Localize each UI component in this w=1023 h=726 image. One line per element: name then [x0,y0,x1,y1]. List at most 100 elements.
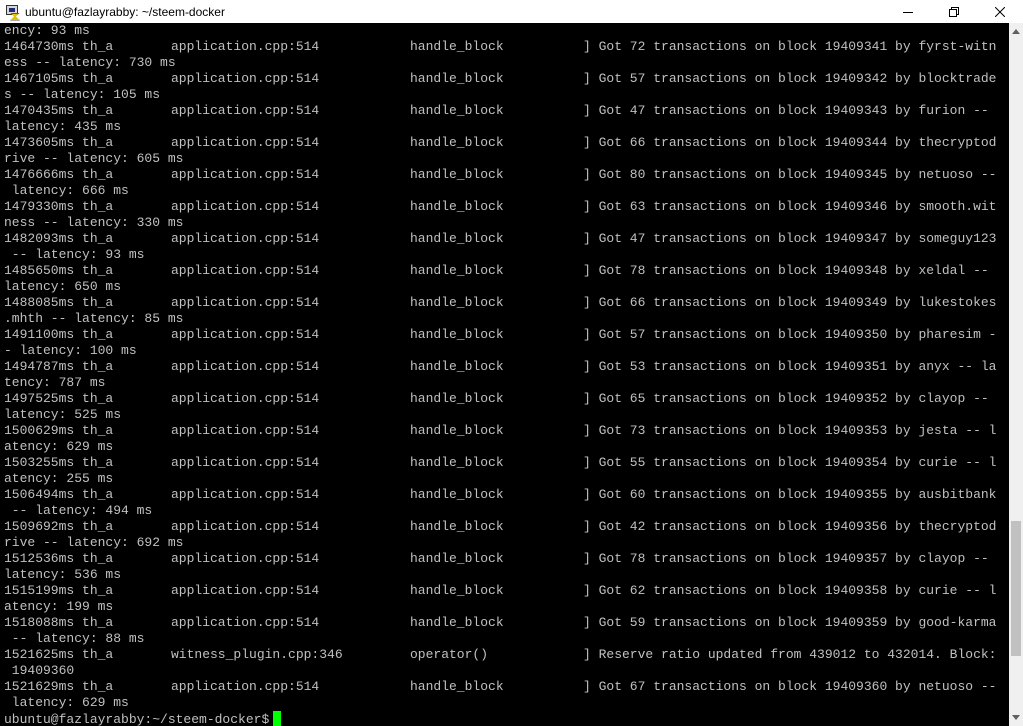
log-timestamp: 1521625ms th_a [4,647,114,662]
terminal-output[interactable]: ency: 93 ms 1464730ms th_a application.cp… [0,23,1009,726]
vertical-scrollbar[interactable] [1009,23,1023,726]
log-continuation-line: ness -- latency: 330 ms [4,215,184,230]
scroll-up-button[interactable] [1009,23,1023,40]
log-entry-line: 1491100ms th_a application.cpp:514 handle_… [0,327,1009,343]
log-source-file: application.cpp:514 [171,551,320,566]
log-continuation-line: atency: 629 ms [4,439,114,454]
log-message: ] Got 78 transactions on block 19409348 … [583,263,989,278]
putty-icon[interactable] [4,4,20,21]
log-timestamp: 1497525ms th_a [4,391,114,406]
log-entry-line: 1521625ms th_a witness_plugin.cpp:346 oper… [0,647,1009,663]
log-source-file: application.cpp:514 [171,103,320,118]
log-timestamp: 1512536ms th_a [4,551,114,566]
log-message: ] Got 57 transactions on block 19409342 … [583,71,997,86]
log-entry-line: 1509692ms th_a application.cpp:514 handle_… [0,519,1009,535]
log-continuation-line: latency: 435 ms [4,119,122,134]
log-message: ] Got 66 transactions on block 19409349 … [583,295,997,310]
log-continuation-line: rive -- latency: 692 ms [4,535,184,550]
log-source-file: application.cpp:514 [171,167,320,182]
log-function: handle_block [410,263,504,278]
minimize-button[interactable] [885,0,931,23]
log-entry-line: 1479330ms th_a application.cpp:514 handle_… [0,199,1009,215]
log-message: ] Got 47 transactions on block 19409343 … [583,103,989,118]
log-timestamp: 1464730ms th_a [4,39,114,54]
log-source-file: application.cpp:514 [171,583,320,598]
minimize-icon [903,11,913,13]
title-bar[interactable]: ubuntu@fazlayrabby: ~/steem-docker [0,0,1023,23]
log-timestamp: 1515199ms th_a [4,583,114,598]
log-message: ] Got 60 transactions on block 19409355 … [583,487,997,502]
log-continuation-line: 19409360 [4,663,75,678]
restore-icon [949,6,959,17]
log-message: ] Got 67 transactions on block 19409360 … [583,679,997,694]
log-entry-line: 1470435ms th_a application.cpp:514 handle_… [0,103,1009,119]
log-function: handle_block [410,391,504,406]
log-continuation-line: atency: 199 ms [4,599,114,614]
log-entry-line: 1473605ms th_a application.cpp:514 handle_… [0,135,1009,151]
log-source-file: application.cpp:514 [171,135,320,150]
log-entry-line: 1500629ms th_a application.cpp:514 handle_… [0,423,1009,439]
log-source-file: application.cpp:514 [171,679,320,694]
log-message: ] Got 53 transactions on block 19409351 … [583,359,997,374]
log-message: ] Got 57 transactions on block 19409350 … [583,327,997,342]
log-entry-line: 1518088ms th_a application.cpp:514 handle_… [0,615,1009,631]
log-message: ] Got 72 transactions on block 19409341 … [583,39,997,54]
log-function: handle_block [410,71,504,86]
log-timestamp: 1476666ms th_a [4,167,114,182]
log-continuation-line: rive -- latency: 605 ms [4,151,184,166]
log-message: ] Got 59 transactions on block 19409359 … [583,615,997,630]
log-source-file: application.cpp:514 [171,487,320,502]
chevron-up-icon [1012,29,1020,34]
log-source-file: application.cpp:514 [171,455,320,470]
log-source-file: application.cpp:514 [171,295,320,310]
log-function: handle_block [410,39,504,54]
log-timestamp: 1491100ms th_a [4,327,114,342]
log-function: handle_block [410,583,504,598]
log-source-file: application.cpp:514 [171,327,320,342]
log-message: ] Got 66 transactions on block 19409344 … [583,135,997,150]
log-entry-line: 1476666ms th_a application.cpp:514 handle_… [0,167,1009,183]
log-continuation-line: s -- latency: 105 ms [4,87,161,102]
log-continuation-line: latency: 525 ms [4,407,122,422]
log-continuation-line: latency: 629 ms [4,695,129,710]
terminal-window: ubuntu@fazlayrabby: ~/steem-docker ency:… [0,0,1023,726]
close-button[interactable] [977,0,1023,23]
log-function: handle_block [410,135,504,150]
log-timestamp: 1494787ms th_a [4,359,114,374]
log-continuation-line: latency: 536 ms [4,567,122,582]
log-function: operator() [410,647,489,662]
log-message: ] Got 73 transactions on block 19409353 … [583,423,997,438]
log-entry-line: 1488085ms th_a application.cpp:514 handle_… [0,295,1009,311]
scroll-down-button[interactable] [1009,709,1023,726]
log-timestamp: 1518088ms th_a [4,615,114,630]
log-continuation-line: -- latency: 494 ms [4,503,153,518]
log-message: ] Got 47 transactions on block 19409347 … [583,231,997,246]
chevron-down-icon [1012,715,1020,720]
log-source-file: application.cpp:514 [171,519,320,534]
log-source-file: application.cpp:514 [171,615,320,630]
log-continuation-line: -- latency: 93 ms [4,247,145,262]
log-entry-line: 1467105ms th_a application.cpp:514 handle_… [0,71,1009,87]
log-entry-line: 1506494ms th_a application.cpp:514 handle_… [0,487,1009,503]
log-function: handle_block [410,615,504,630]
log-source-file: application.cpp:514 [171,39,320,54]
log-continuation-line: latency: 650 ms [4,279,122,294]
log-source-file: application.cpp:514 [171,423,320,438]
log-function: handle_block [410,487,504,502]
log-timestamp: 1488085ms th_a [4,295,114,310]
log-message: ] Reserve ratio updated from 439012 to 4… [583,647,997,662]
log-entry-line: 1521629ms th_a application.cpp:514 handle_… [0,679,1009,695]
log-timestamp: 1482093ms th_a [4,231,114,246]
log-message: ] Got 55 transactions on block 19409354 … [583,455,997,470]
log-function: handle_block [410,423,504,438]
restore-button[interactable] [931,0,977,23]
log-timestamp: 1473605ms th_a [4,135,114,150]
log-message: ] Got 65 transactions on block 19409352 … [583,391,989,406]
log-function: handle_block [410,199,504,214]
scrollbar-thumb[interactable] [1011,521,1021,656]
log-timestamp: 1470435ms th_a [4,103,114,118]
log-function: handle_block [410,167,504,182]
log-message: ] Got 62 transactions on block 19409358 … [583,583,997,598]
prompt-line[interactable]: ubuntu@fazlayrabby:~/steem-docker$ [0,711,1009,726]
log-source-file: witness_plugin.cpp:346 [171,647,343,662]
